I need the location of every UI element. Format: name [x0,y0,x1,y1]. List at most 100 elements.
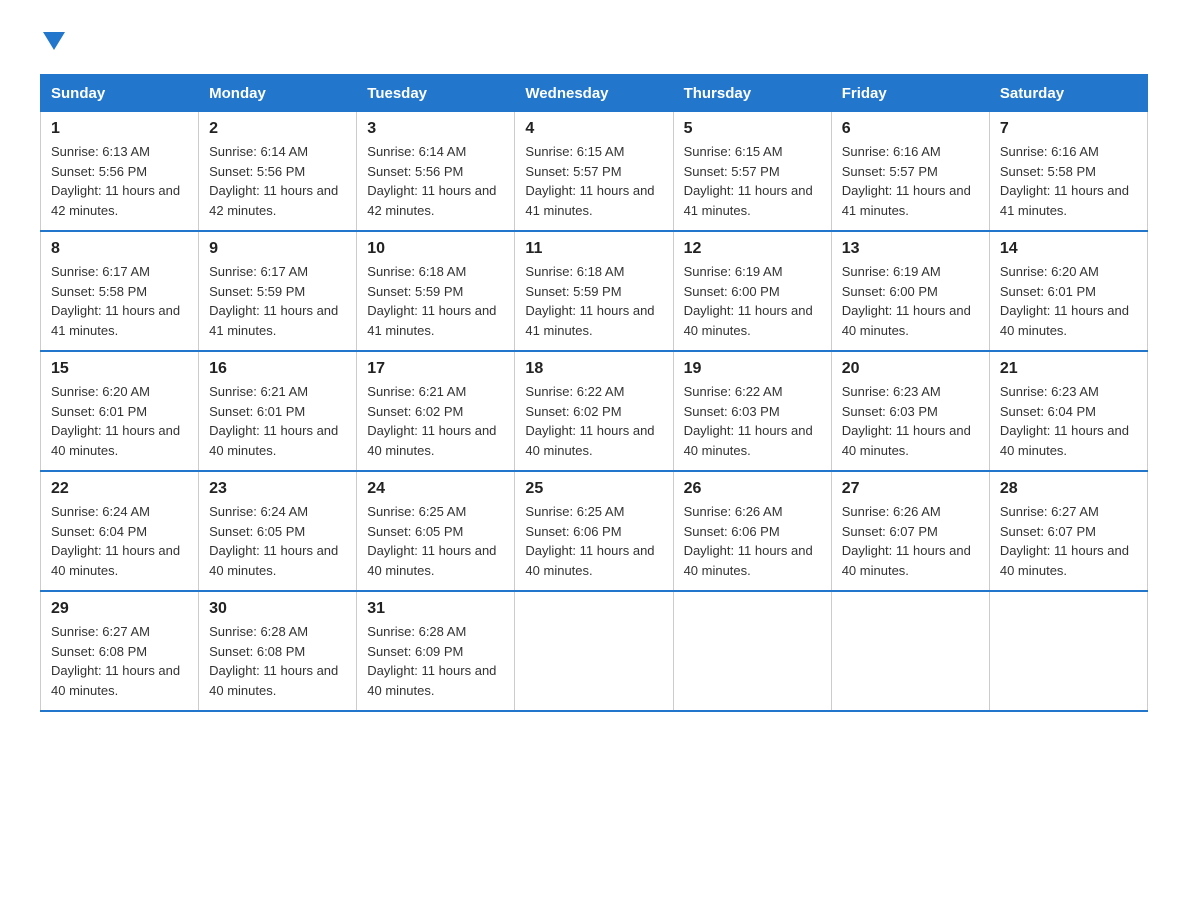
day-info: Sunrise: 6:16 AM Sunset: 5:57 PM Dayligh… [842,142,979,220]
day-number: 15 [51,360,188,378]
day-number: 31 [367,600,504,618]
logo [40,30,65,54]
day-number: 4 [525,120,662,138]
day-info: Sunrise: 6:17 AM Sunset: 5:59 PM Dayligh… [209,262,346,340]
calendar-cell: 5 Sunrise: 6:15 AM Sunset: 5:57 PM Dayli… [673,112,831,232]
calendar-table: SundayMondayTuesdayWednesdayThursdayFrid… [40,74,1148,712]
day-number: 20 [842,360,979,378]
calendar-cell: 13 Sunrise: 6:19 AM Sunset: 6:00 PM Dayl… [831,231,989,351]
day-number: 6 [842,120,979,138]
day-info: Sunrise: 6:27 AM Sunset: 6:08 PM Dayligh… [51,622,188,700]
day-info: Sunrise: 6:28 AM Sunset: 6:08 PM Dayligh… [209,622,346,700]
header-thursday: Thursday [673,75,831,112]
day-info: Sunrise: 6:26 AM Sunset: 6:06 PM Dayligh… [684,502,821,580]
day-number: 5 [684,120,821,138]
day-number: 28 [1000,480,1137,498]
page-header [40,30,1148,54]
calendar-cell: 19 Sunrise: 6:22 AM Sunset: 6:03 PM Dayl… [673,351,831,471]
calendar-cell: 11 Sunrise: 6:18 AM Sunset: 5:59 PM Dayl… [515,231,673,351]
day-number: 22 [51,480,188,498]
calendar-cell: 18 Sunrise: 6:22 AM Sunset: 6:02 PM Dayl… [515,351,673,471]
calendar-cell: 17 Sunrise: 6:21 AM Sunset: 6:02 PM Dayl… [357,351,515,471]
calendar-cell [831,591,989,711]
calendar-cell: 15 Sunrise: 6:20 AM Sunset: 6:01 PM Dayl… [41,351,199,471]
calendar-week-row: 1 Sunrise: 6:13 AM Sunset: 5:56 PM Dayli… [41,112,1148,232]
day-number: 14 [1000,240,1137,258]
calendar-cell: 28 Sunrise: 6:27 AM Sunset: 6:07 PM Dayl… [989,471,1147,591]
day-info: Sunrise: 6:14 AM Sunset: 5:56 PM Dayligh… [209,142,346,220]
day-info: Sunrise: 6:28 AM Sunset: 6:09 PM Dayligh… [367,622,504,700]
calendar-week-row: 22 Sunrise: 6:24 AM Sunset: 6:04 PM Dayl… [41,471,1148,591]
day-info: Sunrise: 6:23 AM Sunset: 6:04 PM Dayligh… [1000,382,1137,460]
calendar-cell: 12 Sunrise: 6:19 AM Sunset: 6:00 PM Dayl… [673,231,831,351]
day-info: Sunrise: 6:18 AM Sunset: 5:59 PM Dayligh… [367,262,504,340]
calendar-week-row: 29 Sunrise: 6:27 AM Sunset: 6:08 PM Dayl… [41,591,1148,711]
day-number: 21 [1000,360,1137,378]
day-number: 18 [525,360,662,378]
day-number: 3 [367,120,504,138]
day-number: 16 [209,360,346,378]
calendar-week-row: 15 Sunrise: 6:20 AM Sunset: 6:01 PM Dayl… [41,351,1148,471]
day-info: Sunrise: 6:16 AM Sunset: 5:58 PM Dayligh… [1000,142,1137,220]
calendar-cell: 2 Sunrise: 6:14 AM Sunset: 5:56 PM Dayli… [199,112,357,232]
calendar-cell [989,591,1147,711]
calendar-cell: 31 Sunrise: 6:28 AM Sunset: 6:09 PM Dayl… [357,591,515,711]
day-info: Sunrise: 6:15 AM Sunset: 5:57 PM Dayligh… [525,142,662,220]
calendar-header-row: SundayMondayTuesdayWednesdayThursdayFrid… [41,75,1148,112]
header-saturday: Saturday [989,75,1147,112]
day-info: Sunrise: 6:14 AM Sunset: 5:56 PM Dayligh… [367,142,504,220]
calendar-cell: 3 Sunrise: 6:14 AM Sunset: 5:56 PM Dayli… [357,112,515,232]
day-number: 11 [525,240,662,258]
calendar-cell: 14 Sunrise: 6:20 AM Sunset: 6:01 PM Dayl… [989,231,1147,351]
day-number: 2 [209,120,346,138]
day-info: Sunrise: 6:15 AM Sunset: 5:57 PM Dayligh… [684,142,821,220]
calendar-cell: 22 Sunrise: 6:24 AM Sunset: 6:04 PM Dayl… [41,471,199,591]
calendar-cell: 27 Sunrise: 6:26 AM Sunset: 6:07 PM Dayl… [831,471,989,591]
day-info: Sunrise: 6:22 AM Sunset: 6:03 PM Dayligh… [684,382,821,460]
day-number: 19 [684,360,821,378]
calendar-cell: 9 Sunrise: 6:17 AM Sunset: 5:59 PM Dayli… [199,231,357,351]
day-info: Sunrise: 6:24 AM Sunset: 6:05 PM Dayligh… [209,502,346,580]
calendar-cell [673,591,831,711]
calendar-cell: 29 Sunrise: 6:27 AM Sunset: 6:08 PM Dayl… [41,591,199,711]
day-info: Sunrise: 6:20 AM Sunset: 6:01 PM Dayligh… [51,382,188,460]
logo-triangle-icon [43,32,65,54]
day-number: 17 [367,360,504,378]
header-monday: Monday [199,75,357,112]
day-info: Sunrise: 6:26 AM Sunset: 6:07 PM Dayligh… [842,502,979,580]
header-tuesday: Tuesday [357,75,515,112]
logo-icon [40,30,65,54]
header-friday: Friday [831,75,989,112]
day-info: Sunrise: 6:20 AM Sunset: 6:01 PM Dayligh… [1000,262,1137,340]
day-info: Sunrise: 6:21 AM Sunset: 6:01 PM Dayligh… [209,382,346,460]
calendar-cell: 16 Sunrise: 6:21 AM Sunset: 6:01 PM Dayl… [199,351,357,471]
day-info: Sunrise: 6:22 AM Sunset: 6:02 PM Dayligh… [525,382,662,460]
calendar-cell: 20 Sunrise: 6:23 AM Sunset: 6:03 PM Dayl… [831,351,989,471]
day-number: 30 [209,600,346,618]
day-info: Sunrise: 6:23 AM Sunset: 6:03 PM Dayligh… [842,382,979,460]
day-info: Sunrise: 6:21 AM Sunset: 6:02 PM Dayligh… [367,382,504,460]
day-number: 27 [842,480,979,498]
day-number: 13 [842,240,979,258]
calendar-cell: 4 Sunrise: 6:15 AM Sunset: 5:57 PM Dayli… [515,112,673,232]
day-info: Sunrise: 6:27 AM Sunset: 6:07 PM Dayligh… [1000,502,1137,580]
day-number: 24 [367,480,504,498]
day-info: Sunrise: 6:17 AM Sunset: 5:58 PM Dayligh… [51,262,188,340]
calendar-week-row: 8 Sunrise: 6:17 AM Sunset: 5:58 PM Dayli… [41,231,1148,351]
calendar-cell: 26 Sunrise: 6:26 AM Sunset: 6:06 PM Dayl… [673,471,831,591]
day-info: Sunrise: 6:24 AM Sunset: 6:04 PM Dayligh… [51,502,188,580]
day-number: 29 [51,600,188,618]
day-number: 25 [525,480,662,498]
calendar-cell: 24 Sunrise: 6:25 AM Sunset: 6:05 PM Dayl… [357,471,515,591]
day-info: Sunrise: 6:25 AM Sunset: 6:05 PM Dayligh… [367,502,504,580]
day-info: Sunrise: 6:13 AM Sunset: 5:56 PM Dayligh… [51,142,188,220]
calendar-cell: 21 Sunrise: 6:23 AM Sunset: 6:04 PM Dayl… [989,351,1147,471]
day-number: 12 [684,240,821,258]
header-wednesday: Wednesday [515,75,673,112]
calendar-cell: 30 Sunrise: 6:28 AM Sunset: 6:08 PM Dayl… [199,591,357,711]
day-number: 9 [209,240,346,258]
day-info: Sunrise: 6:25 AM Sunset: 6:06 PM Dayligh… [525,502,662,580]
day-info: Sunrise: 6:19 AM Sunset: 6:00 PM Dayligh… [842,262,979,340]
calendar-cell: 23 Sunrise: 6:24 AM Sunset: 6:05 PM Dayl… [199,471,357,591]
day-number: 26 [684,480,821,498]
